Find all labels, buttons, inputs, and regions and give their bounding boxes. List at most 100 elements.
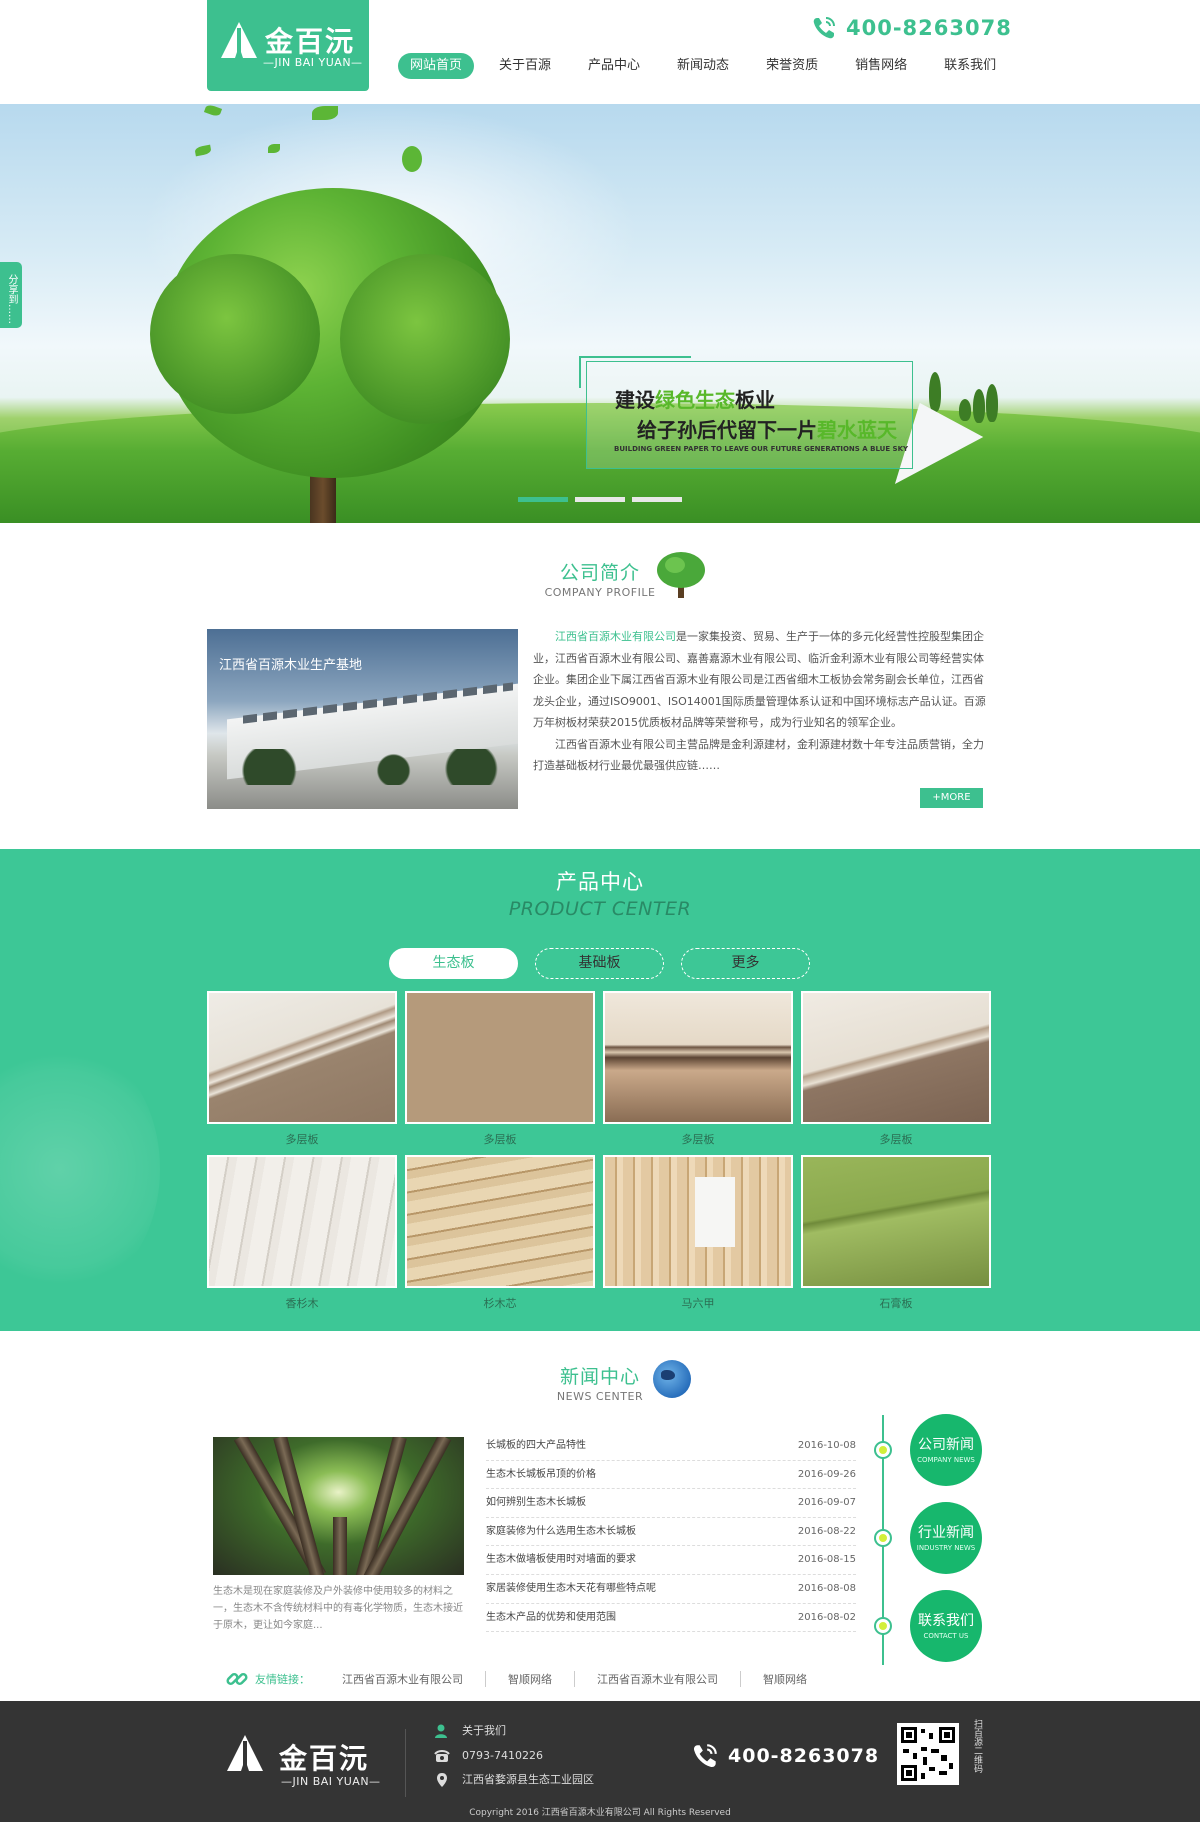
site-logo[interactable]: 金百沅 —JIN BAI YUAN— [207,0,369,91]
news-item-title: 家居装修使用生态木天花有哪些特点呢 [486,1582,656,1594]
friend-links: 友情链接： 江西省百源木业有限公司 智顺网络 江西省百源木业有限公司 智顺网络 [225,1667,829,1691]
product-card[interactable]: 香杉木 [207,1155,397,1311]
logo-mark-icon [227,1735,263,1775]
decorative-tree-watermark [0,1039,160,1299]
product-label: 多层板 [879,1133,913,1146]
globe-icon [653,1360,691,1398]
tree-icon [657,552,705,598]
category-label-cn: 公司新闻 [918,1437,974,1453]
news-photo[interactable] [213,1437,464,1575]
news-item[interactable]: 家居装修使用生态木天花有哪些特点呢 2016-08-08 [486,1575,856,1604]
footer-about-link[interactable]: 关于我们 [462,1719,506,1744]
product-image[interactable] [603,991,793,1124]
product-center: 产品中心 PRODUCT CENTER 生态板 基础板 更多 多层板 多层板 多… [0,849,1200,1331]
company-photo: 江西省百源木业生产基地 [207,629,518,809]
friend-link[interactable]: 智顺网络 [486,1671,575,1687]
slider-dot-1[interactable] [518,497,568,502]
footer-contact-info: 关于我们 0793-7410226 江西省婺源县生态工业园区 [434,1719,594,1793]
news-item[interactable]: 家庭装修为什么选用生态木长城板 2016-08-22 [486,1518,856,1547]
small-tree-icon [973,389,985,423]
qr-code-pattern [901,1727,955,1781]
news-category-contact[interactable]: 联系我们 CONTACT US [910,1590,982,1662]
products-title-cn: 产品中心 [556,870,644,894]
logo-text-en: —JIN BAI YUAN— [263,56,363,69]
company-paragraph-text: 是一家集投资、贸易、生产于一体的多元化经营性控股型集团企业，江西省百源木业有限公… [533,630,986,729]
product-card[interactable]: 多层板 [207,991,397,1147]
slogan-highlight: 绿色生态 [655,388,735,412]
leaf-icon [402,146,422,172]
nav-item-products[interactable]: 产品中心 [576,53,652,79]
news-item-title: 生态木产品的优势和使用范围 [486,1611,616,1623]
product-card[interactable]: 杉木芯 [405,1155,595,1311]
slider-dot-3[interactable] [632,497,682,502]
product-card[interactable]: 石膏板 [801,1155,991,1311]
hotline-number: 400-8263078 [846,16,1012,40]
leaf-icon [312,106,338,120]
slogan-highlight: 碧水蓝天 [817,418,897,442]
footer-address: 江西省婺源县生态工业园区 [462,1773,594,1786]
slider-dot-2[interactable] [575,497,625,502]
news-category-company[interactable]: 公司新闻 COMPANY NEWS [910,1414,982,1486]
footer-divider [405,1729,406,1797]
product-image[interactable] [801,991,991,1124]
slogan-text: 板业 [735,388,775,412]
product-image[interactable] [405,991,595,1124]
product-card[interactable]: 多层板 [405,991,595,1147]
footer-about-row[interactable]: 关于我们 [434,1719,594,1744]
nav-item-contact[interactable]: 联系我们 [932,53,1008,79]
friend-link[interactable]: 江西省百源木业有限公司 [320,1671,486,1687]
friend-link[interactable]: 智顺网络 [741,1671,829,1687]
news-item[interactable]: 生态木长城板吊顶的价格 2016-09-26 [486,1461,856,1490]
product-card[interactable]: 多层板 [603,991,793,1147]
product-image[interactable] [603,1155,793,1288]
site-header: 金百沅 —JIN BAI YUAN— 400-8263078 网站首页 关于百源… [0,0,1200,104]
news-item[interactable]: 长城板的四大产品特性 2016-10-08 [486,1432,856,1461]
banner-tree-canopy-left [150,254,320,414]
tab-base-board[interactable]: 基础板 [535,948,664,979]
product-label: 马六甲 [681,1297,715,1310]
product-tag [695,1177,735,1247]
product-card[interactable]: 多层板 [801,991,991,1147]
product-image[interactable] [207,1155,397,1288]
product-label: 香杉木 [285,1297,319,1310]
footer-logo[interactable]: 金百沅 —JIN BAI YUAN— [223,1727,383,1788]
product-image[interactable] [405,1155,595,1288]
small-tree-icon [986,384,998,422]
tab-eco-board[interactable]: 生态板 [389,948,518,979]
category-label-cn: 联系我们 [918,1613,974,1629]
nav-item-honors[interactable]: 荣誉资质 [754,53,830,79]
slogan-english: BUILDING GREEN PAPER TO LEAVE OUR FUTURE… [614,445,909,453]
friend-link[interactable]: 江西省百源木业有限公司 [575,1671,741,1687]
footer-logo-cn: 金百沅 [279,1742,370,1775]
banner-slogan: 建设绿色生态板业 给子孙后代留下一片碧水蓝天 BUILDING GREEN PA… [579,356,913,469]
timeline-dot [876,1619,890,1633]
news-item-title: 生态木长城板吊顶的价格 [486,1468,596,1480]
company-name-link[interactable]: 江西省百源木业有限公司 [555,630,676,643]
news-title-en: NEWS CENTER [556,1390,644,1403]
product-image[interactable] [801,1155,991,1288]
share-tab[interactable]: 分享到…… [0,262,22,328]
slogan-text: 建设 [615,388,655,412]
news-item[interactable]: 生态木做墙板使用时对墙面的要求 2016-08-15 [486,1546,856,1575]
news-item-title: 生态木做墙板使用时对墙面的要求 [486,1554,636,1566]
product-image[interactable] [207,991,397,1124]
slogan-line-1: 建设绿色生态板业 [615,384,775,413]
product-card[interactable]: 马六甲 [603,1155,793,1311]
footer-hotline: 400-8263078 [690,1741,879,1771]
news-item[interactable]: 如何辨别生态木长城板 2016-09-07 [486,1489,856,1518]
nav-item-news[interactable]: 新闻动态 [665,53,741,79]
nav-item-about[interactable]: 关于百源 [487,53,563,79]
news-category-industry[interactable]: 行业新闻 INDUSTRY NEWS [910,1502,982,1574]
company-more-button[interactable]: +MORE [920,788,983,808]
products-title-en: PRODUCT CENTER [508,898,692,920]
news-item[interactable]: 生态木产品的优势和使用范围 2016-08-02 [486,1604,856,1633]
news-item-title: 家庭装修为什么选用生态木长城板 [486,1525,636,1537]
nav-item-home[interactable]: 网站首页 [398,53,475,79]
news-item-date: 2016-08-08 [797,1582,856,1594]
product-label: 多层板 [681,1133,715,1146]
news-item-title: 长城板的四大产品特性 [486,1440,586,1451]
tab-more[interactable]: 更多 [681,948,810,979]
nav-item-sales-network[interactable]: 销售网络 [843,53,919,79]
news-item-date: 2016-10-08 [797,1440,856,1451]
product-tabs: 生态板 基础板 更多 [389,948,827,979]
